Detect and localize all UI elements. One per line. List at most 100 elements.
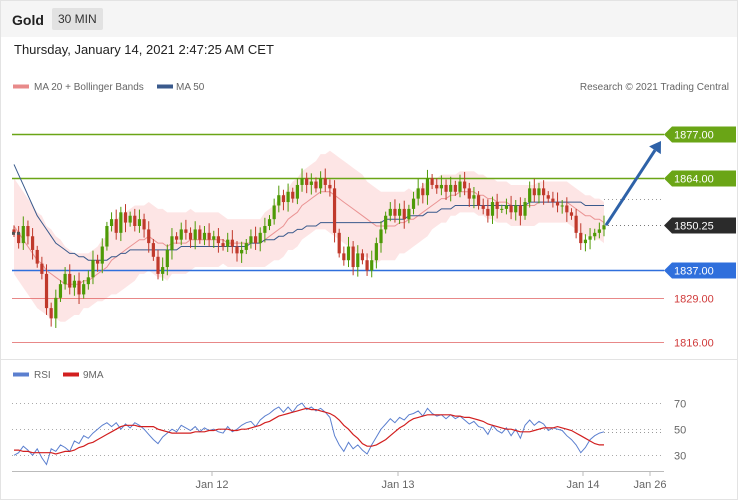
candle-body (119, 212, 123, 233)
level-label-1837.00: 1837.00 (674, 266, 714, 278)
chart-widget: Gold 30 MIN Thursday, January 14, 2021 2… (0, 0, 738, 500)
legend-label-ma20: MA 20 + Bollinger Bands (34, 82, 144, 93)
candle-body (109, 219, 114, 226)
candle-body (226, 239, 230, 247)
candle-body (263, 226, 267, 233)
candle-body (26, 226, 30, 237)
candle-body (365, 260, 369, 271)
candle-body (207, 232, 211, 240)
candle-body (137, 219, 142, 226)
level-label-1877.00: 1877.00 (674, 130, 714, 142)
candle-body (342, 253, 346, 261)
candle-body (86, 277, 90, 285)
candle-body (449, 184, 453, 192)
candle-body (63, 273, 67, 285)
candle-body (272, 205, 276, 220)
candle-body (569, 212, 574, 216)
level-label-1864.00: 1864.00 (674, 174, 714, 186)
forecast-arrow-shaft (604, 149, 657, 226)
candle-body (133, 215, 137, 226)
chart-canvas: MA 20 + Bollinger Bands MA 50 Research ©… (1, 82, 737, 491)
bollinger-band (14, 150, 604, 322)
candle-body (453, 184, 457, 192)
candle-body (49, 308, 53, 319)
candle-body (105, 226, 109, 247)
candle-body (388, 208, 392, 216)
candle-body (258, 232, 262, 244)
candle-body (188, 232, 193, 240)
x-tick-label: Jan 26 (633, 479, 666, 491)
candle-body (314, 181, 318, 189)
candle-body (495, 202, 499, 209)
candle-body (588, 236, 592, 240)
x-tick-label: Jan 14 (566, 479, 599, 491)
candle-body (174, 236, 179, 240)
candle-body (379, 229, 383, 244)
candle-body (221, 243, 225, 247)
candle-body (542, 188, 546, 196)
candle-body (397, 208, 402, 216)
rsi-tick-label: 70 (674, 399, 686, 411)
candle-body (249, 236, 253, 244)
candle-body (500, 208, 504, 210)
candle-body (35, 249, 39, 264)
candle-body (439, 184, 444, 189)
candle-body (430, 178, 434, 185)
candle-body (579, 232, 583, 244)
candle (583, 234, 588, 252)
candle-body (30, 236, 35, 250)
candle-body (323, 178, 327, 185)
candle-body (40, 263, 44, 274)
candle-body (253, 236, 258, 244)
candle-body (593, 232, 597, 237)
candle-body (416, 188, 420, 199)
candle-body (202, 232, 207, 240)
candle-body (370, 260, 374, 271)
candle-body (281, 195, 286, 203)
legend-swatch-9ma (63, 372, 79, 377)
candle-body (114, 219, 118, 233)
candle-body (142, 219, 146, 230)
candle-body (184, 229, 188, 233)
rsi-tick-label: 50 (674, 425, 686, 437)
candle-body (54, 297, 58, 319)
candle-body (179, 229, 183, 240)
candle-body (514, 205, 518, 213)
legend-label-ma50: MA 50 (176, 82, 205, 93)
rsi-tick-label: 30 (674, 451, 686, 463)
candle-body (393, 208, 397, 216)
candle-body (518, 205, 522, 216)
candle-body (267, 219, 272, 226)
candle-body (286, 191, 290, 203)
candle-body (332, 188, 337, 233)
candle-body (151, 243, 155, 257)
candle-body (583, 239, 588, 244)
candle-body (346, 246, 351, 261)
candle-body (291, 191, 295, 199)
legend-label-rsi: RSI (34, 370, 51, 381)
candle-body (425, 178, 430, 196)
candle-body (123, 212, 128, 223)
candle-body (360, 253, 365, 261)
candle-body (212, 236, 216, 240)
candle-body (21, 226, 25, 244)
candle-body (198, 229, 202, 240)
candle-body (374, 243, 378, 261)
legend-swatch-ma50 (157, 84, 173, 89)
candle (342, 246, 346, 266)
candle-body (490, 202, 495, 216)
candle-body (77, 280, 81, 295)
candle-body (230, 239, 234, 247)
candle-body (486, 208, 490, 216)
candle-body (402, 208, 406, 220)
candle-body (309, 181, 313, 185)
candle-body (91, 260, 95, 278)
candle-body (277, 195, 281, 206)
price-panel: 1877.00 1864.00 1837.00 1829.00 1816.00 1850.… (12, 126, 736, 350)
candle-body (305, 178, 309, 185)
candle-body (216, 236, 221, 244)
candle-body (411, 198, 416, 209)
candle-body (235, 246, 239, 254)
candle-body (193, 229, 197, 240)
candle-body (300, 178, 304, 185)
